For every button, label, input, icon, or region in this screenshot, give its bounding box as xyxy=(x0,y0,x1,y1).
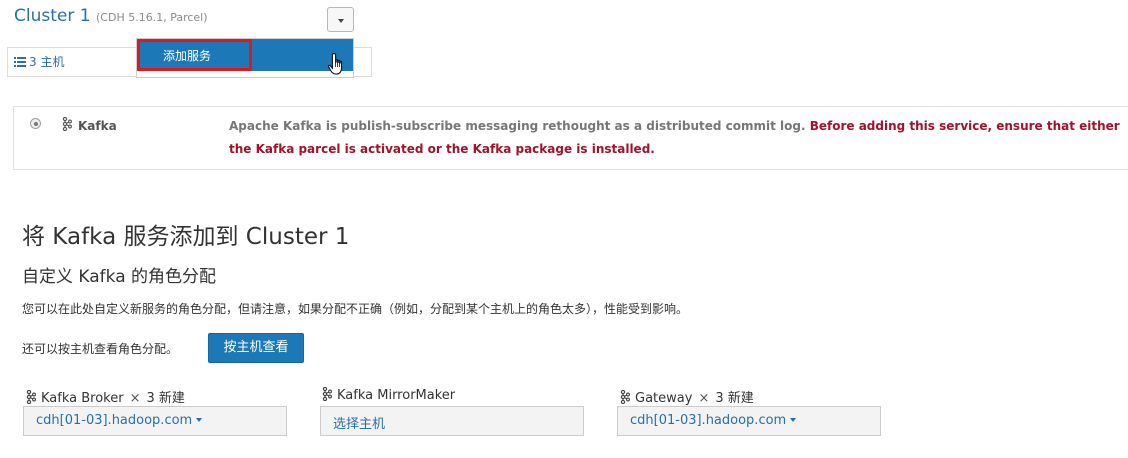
role-header-kafka-mirrormaker: Kafka MirrorMaker xyxy=(321,387,455,403)
list-icon xyxy=(14,57,26,67)
chevron-down-icon xyxy=(338,19,344,23)
kafka-icon xyxy=(62,117,72,131)
times-icon: × xyxy=(129,391,141,406)
caret-down-icon xyxy=(790,418,797,422)
host-select-kafka-broker[interactable]: cdh[01-03].hadoop.com xyxy=(23,406,287,436)
cluster-actions-button[interactable] xyxy=(327,7,354,32)
host-select-value: cdh[01-03].hadoop.com xyxy=(630,413,787,428)
role-header-gateway: Gateway × 3 新建 xyxy=(619,387,754,406)
host-select-kafka-mirrormaker[interactable]: 选择主机 xyxy=(320,406,584,436)
page-title: 将 Kafka 服务添加到 Cluster 1 xyxy=(22,224,350,250)
hosts-link-label: 3 主机 xyxy=(29,55,65,69)
host-select-value: cdh[01-03].hadoop.com xyxy=(36,413,193,428)
service-name: Kafka xyxy=(78,119,117,133)
service-description: Apache Kafka is publish-subscribe messag… xyxy=(229,115,1124,161)
cluster-version-meta: (CDH 5.16.1, Parcel) xyxy=(96,11,208,24)
role-name: Kafka Broker xyxy=(41,391,124,406)
kafka-icon xyxy=(620,390,630,404)
cluster-title[interactable]: Cluster 1 xyxy=(14,6,91,26)
service-description-text: Apache Kafka is publish-subscribe messag… xyxy=(229,119,810,133)
role-name: Kafka MirrorMaker xyxy=(337,388,456,403)
kafka-icon xyxy=(26,390,36,404)
role-header-kafka-broker: Kafka Broker × 3 新建 xyxy=(25,387,185,406)
hosts-link[interactable]: 3 主机 xyxy=(14,53,64,70)
role-count: 3 新建 xyxy=(715,391,754,406)
host-select-gateway[interactable]: cdh[01-03].hadoop.com xyxy=(617,406,881,436)
hand-cursor-icon xyxy=(327,52,343,75)
kafka-icon xyxy=(322,387,332,401)
view-by-host-button[interactable]: 按主机查看 xyxy=(208,333,304,363)
view-by-host-hint: 还可以按主机查看角色分配。 xyxy=(22,342,179,356)
service-radio-kafka[interactable] xyxy=(30,118,41,129)
section-subtitle: 自定义 Kafka 的角色分配 xyxy=(22,267,217,287)
annotation-highlight-box xyxy=(137,39,252,71)
role-assignment-description: 您可以在此处自定义新服务的角色分配，但请注意，如果分配不正确（例如，分配到某个主… xyxy=(22,302,689,316)
caret-down-icon xyxy=(196,418,203,422)
times-icon: × xyxy=(698,391,710,406)
role-count: 3 新建 xyxy=(146,391,185,406)
role-name: Gateway xyxy=(635,391,693,406)
host-select-value: 选择主机 xyxy=(333,417,386,432)
